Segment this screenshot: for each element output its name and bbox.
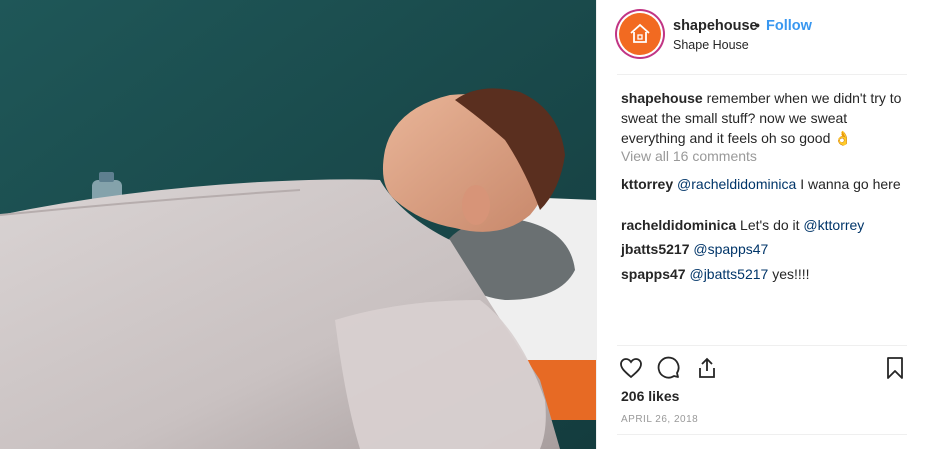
separator-dot: • bbox=[755, 17, 760, 33]
save-button[interactable] bbox=[881, 354, 909, 382]
avatar-image bbox=[619, 13, 661, 55]
post-sidebar: shapehouse • Follow Shape House shapehou… bbox=[596, 0, 928, 449]
comment-mention[interactable]: @spapps47 bbox=[693, 241, 768, 257]
comment: spapps47 @jbatts5217 yes!!!! bbox=[621, 264, 911, 284]
comment-mention[interactable]: @jbatts5217 bbox=[689, 266, 768, 282]
bookmark-icon bbox=[887, 357, 903, 379]
post-date[interactable]: APRIL 26, 2018 bbox=[621, 414, 698, 425]
post-header: shapehouse • Follow Shape House bbox=[597, 0, 928, 74]
comment-mention[interactable]: @kttorrey bbox=[803, 217, 864, 233]
comment-username[interactable]: spapps47 bbox=[621, 266, 686, 282]
location-subtitle[interactable]: Shape House bbox=[673, 38, 749, 52]
comment-username[interactable]: racheldidominica bbox=[621, 217, 736, 233]
divider bbox=[617, 74, 907, 75]
likes-count[interactable]: 206 likes bbox=[621, 388, 679, 404]
action-bar bbox=[617, 354, 911, 384]
comment-text: yes!!!! bbox=[768, 266, 810, 282]
comment-text: I wanna go here bbox=[796, 176, 901, 192]
comment: jbatts5217 @spapps47 bbox=[621, 239, 911, 259]
divider bbox=[617, 434, 907, 435]
comment-username[interactable]: jbatts5217 bbox=[621, 241, 689, 257]
username-link[interactable]: shapehouse bbox=[673, 18, 758, 34]
view-all-comments-link[interactable]: View all 16 comments bbox=[621, 148, 757, 164]
comment-mention[interactable]: @racheldidominica bbox=[677, 176, 796, 192]
divider bbox=[617, 345, 907, 346]
instagram-post: shapehouse • Follow Shape House shapehou… bbox=[0, 0, 928, 449]
house-logo-icon bbox=[630, 23, 650, 43]
comment-text: Let's do it bbox=[736, 217, 804, 233]
like-button[interactable] bbox=[617, 354, 645, 382]
caption: shapehouse remember when we didn't try t… bbox=[621, 88, 911, 148]
comment-button[interactable] bbox=[655, 354, 683, 382]
share-button[interactable] bbox=[693, 354, 721, 382]
caption-username[interactable]: shapehouse bbox=[621, 90, 703, 106]
comment: racheldidominica Let's do it @kttorrey bbox=[621, 215, 911, 235]
heart-icon bbox=[620, 358, 642, 379]
post-photo-illustration bbox=[0, 0, 596, 449]
comment: kttorrey @racheldidominica I wanna go he… bbox=[621, 174, 911, 194]
share-icon bbox=[699, 357, 715, 378]
post-photo[interactable] bbox=[0, 0, 596, 449]
avatar[interactable] bbox=[617, 11, 663, 57]
comment-icon bbox=[657, 356, 680, 379]
comment-username[interactable]: kttorrey bbox=[621, 176, 673, 192]
follow-button[interactable]: Follow bbox=[766, 18, 812, 34]
